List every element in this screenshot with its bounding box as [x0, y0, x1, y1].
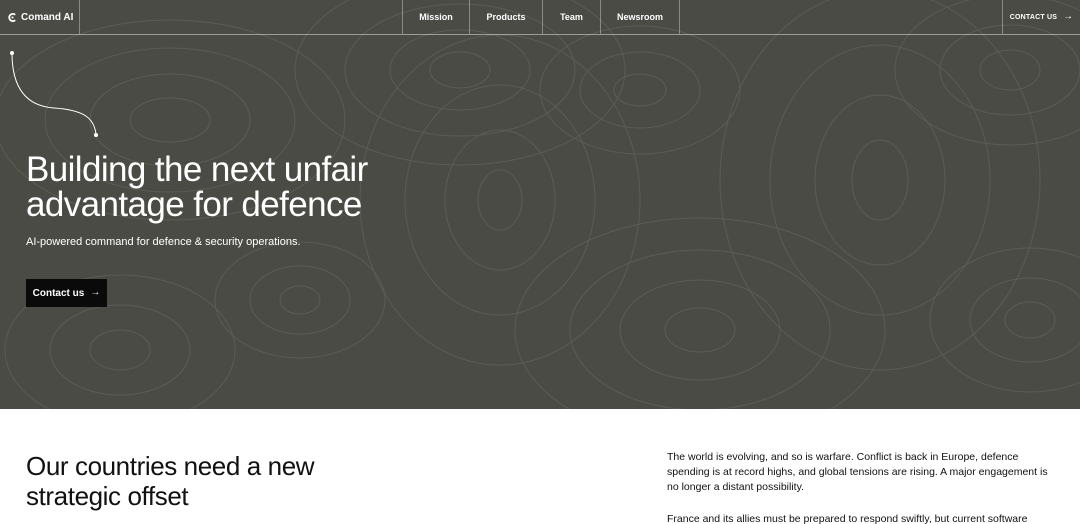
brand-link[interactable]: Comand AI [0, 0, 80, 34]
nav-link-products[interactable]: Products [469, 0, 542, 34]
section-paragraph-2: France and its allies must be prepared t… [667, 513, 1028, 524]
arrow-right-icon: → [90, 287, 101, 298]
hero-contact-button[interactable]: Contact us → [26, 279, 107, 307]
hero-section: Comand AI Mission Products Team Newsroom… [0, 0, 1080, 409]
brand-name: Comand AI [21, 11, 74, 23]
section-paragraph-1: The world is evolving, and so is warfare… [667, 451, 1048, 493]
arrow-right-icon: → [1063, 11, 1074, 22]
nav-contact-button[interactable]: CONTACT US → [1002, 0, 1080, 34]
nav-link-newsroom[interactable]: Newsroom [600, 0, 680, 34]
hero-title: Building the next unfair advantage for d… [26, 150, 368, 224]
nav-link-team[interactable]: Team [542, 0, 600, 34]
comand-logo-icon [8, 12, 16, 22]
hero-subtitle: AI-powered command for defence & securit… [26, 236, 301, 248]
hero-contact-label: Contact us [32, 287, 85, 299]
nav-contact-label: CONTACT US [1009, 13, 1058, 21]
nav-link-mission[interactable]: Mission [402, 0, 469, 34]
nav-links: Mission Products Team Newsroom [402, 0, 680, 34]
decorative-curve [10, 51, 98, 137]
top-nav: Comand AI Mission Products Team Newsroom… [0, 0, 1080, 35]
section-title: Our countries need a new strategic offse… [26, 451, 315, 511]
